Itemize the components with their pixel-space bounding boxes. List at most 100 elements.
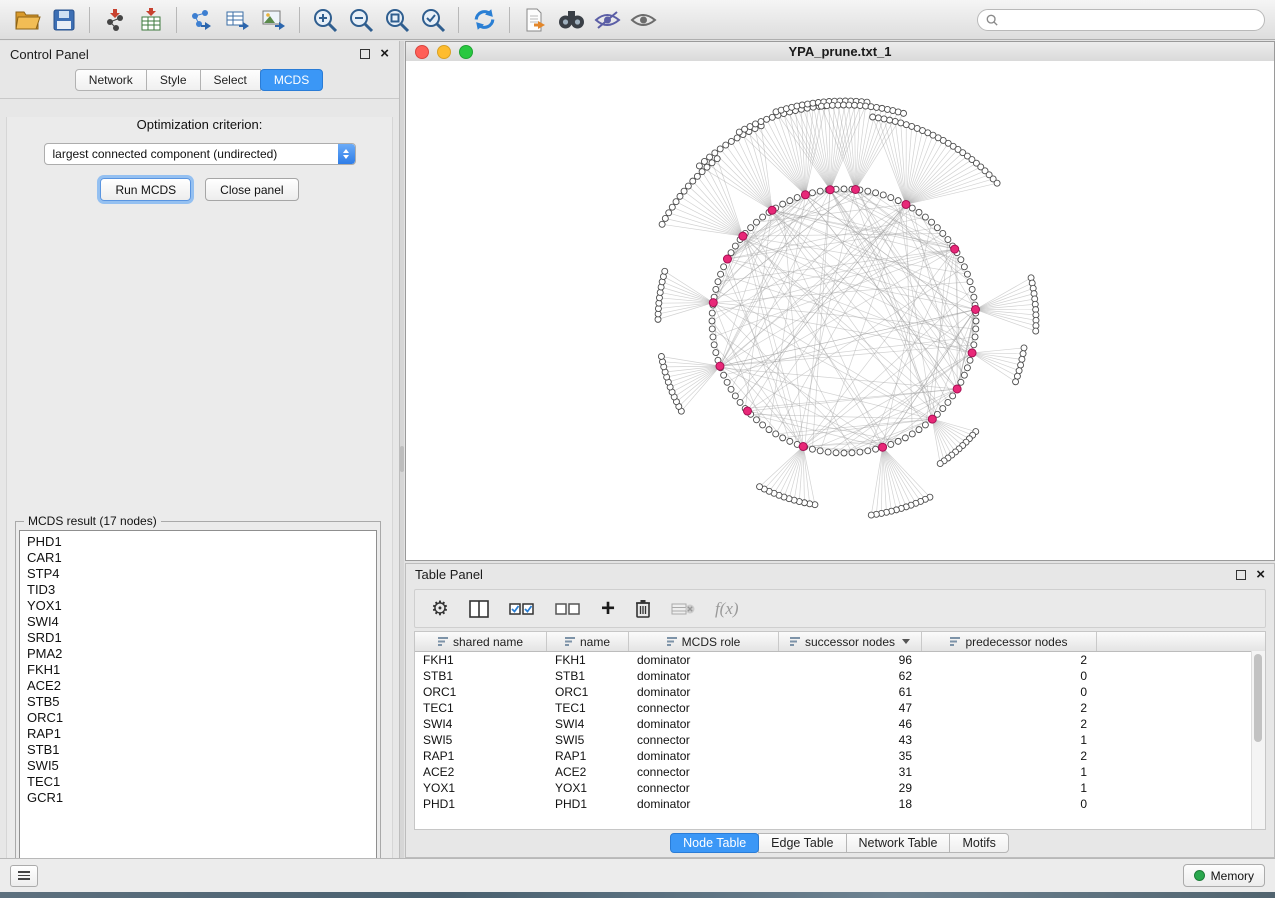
tab-mcds[interactable]: MCDS [260,69,323,91]
criterion-dropdown[interactable]: largest connected component (undirected) [44,143,356,165]
column-header-MCDS-role[interactable]: MCDS role [629,632,779,651]
deselect-all-columns-icon[interactable] [555,596,581,622]
result-node-item[interactable]: STB5 [27,694,376,710]
table-row[interactable]: FKH1FKH1dominator962 [415,652,1265,668]
tab-edge-table[interactable]: Edge Table [758,833,846,853]
column-header-name[interactable]: name [547,632,629,651]
search-box[interactable] [977,9,1265,31]
zoom-selected-icon[interactable] [415,4,451,36]
toolbar-separator [176,7,177,33]
add-row-icon[interactable]: + [601,596,615,622]
window-minimize-icon[interactable] [437,45,451,59]
splitter-grip-icon[interactable] [400,446,404,472]
refresh-icon[interactable] [466,4,502,36]
table-row[interactable]: YOX1YOX1connector291 [415,780,1265,796]
table-cell: TEC1 [547,700,629,716]
result-node-item[interactable]: TEC1 [27,774,376,790]
result-node-item[interactable]: GCR1 [27,790,376,806]
scrollbar-thumb[interactable] [1254,654,1262,742]
import-network-icon[interactable] [97,4,133,36]
table-row[interactable]: TEC1TEC1connector472 [415,700,1265,716]
table-row[interactable]: SWI5SWI5connector431 [415,732,1265,748]
table-cell: 2 [922,748,1097,764]
table-row[interactable]: ACE2ACE2connector311 [415,764,1265,780]
result-node-item[interactable]: SWI5 [27,758,376,774]
result-node-item[interactable]: FKH1 [27,662,376,678]
function-builder-icon[interactable]: f(x) [715,596,739,622]
hide-graphics-details-icon[interactable] [589,4,625,36]
share-document-icon[interactable] [517,4,553,36]
tab-motifs[interactable]: Motifs [949,833,1008,853]
zoom-fit-icon[interactable] [379,4,415,36]
desktop-wallpaper [0,892,1275,898]
show-columns-icon[interactable] [469,596,489,622]
table-row[interactable]: SWI4SWI4dominator462 [415,716,1265,732]
export-image-icon[interactable] [256,4,292,36]
window-close-icon[interactable] [415,45,429,59]
export-table-icon[interactable] [220,4,256,36]
table-cell: SWI4 [547,716,629,732]
network-canvas[interactable] [406,61,1274,560]
table-row[interactable]: STB1STB1dominator620 [415,668,1265,684]
result-node-item[interactable]: PHD1 [27,534,376,550]
settings-gear-icon[interactable]: ⚙ [431,596,449,622]
open-file-icon[interactable] [10,4,46,36]
search-input[interactable] [1003,12,1256,28]
main-toolbar [0,0,1275,40]
column-header-successor-nodes[interactable]: successor nodes [779,632,922,651]
clear-entries-icon[interactable] [671,596,695,622]
result-node-item[interactable]: PMA2 [27,646,376,662]
delete-row-icon[interactable] [635,596,651,622]
result-node-item[interactable]: ACE2 [27,678,376,694]
result-node-item[interactable]: ORC1 [27,710,376,726]
table-cell: connector [629,780,779,796]
search-icon [986,14,998,26]
table-row[interactable]: PHD1PHD1dominator180 [415,796,1265,812]
run-mcds-button[interactable]: Run MCDS [100,178,191,201]
result-node-item[interactable]: SRD1 [27,630,376,646]
zoom-out-icon[interactable] [343,4,379,36]
tab-network-table[interactable]: Network Table [846,833,951,853]
float-panel-icon[interactable] [360,49,370,59]
result-node-item[interactable]: SWI4 [27,614,376,630]
network-titlebar[interactable]: YPA_prune.txt_1 [406,42,1274,62]
table-cell: 46 [779,716,922,732]
float-table-panel-icon[interactable] [1236,570,1246,580]
mcds-result-list[interactable]: PHD1CAR1STP4TID3YOX1SWI4SRD1PMA2FKH1ACE2… [19,530,377,892]
show-graphics-details-icon[interactable] [625,4,661,36]
import-table-icon[interactable] [133,4,169,36]
search-network-icon[interactable] [553,4,589,36]
table-row[interactable]: ORC1ORC1dominator610 [415,684,1265,700]
toolbar-separator [509,7,510,33]
network-graph[interactable] [406,61,1274,560]
tab-select[interactable]: Select [200,69,261,91]
panel-menu-button[interactable] [10,865,38,887]
result-node-item[interactable]: STP4 [27,566,376,582]
tab-network[interactable]: Network [75,69,147,91]
close-panel-button[interactable]: Close panel [205,178,298,201]
panel-splitter[interactable] [400,41,404,858]
zoom-in-icon[interactable] [307,4,343,36]
export-network-icon[interactable] [184,4,220,36]
result-node-item[interactable]: RAP1 [27,726,376,742]
table-cell: ACE2 [547,764,629,780]
table-cell: 96 [779,652,922,668]
column-header-predecessor-nodes[interactable]: predecessor nodes [922,632,1097,651]
close-panel-icon[interactable]: × [380,49,389,59]
memory-button[interactable]: Memory [1183,864,1265,887]
result-node-item[interactable]: STB1 [27,742,376,758]
close-table-panel-icon[interactable]: × [1256,570,1265,580]
select-all-columns-icon[interactable] [509,596,535,622]
tab-style[interactable]: Style [146,69,201,91]
table-row[interactable]: RAP1RAP1dominator352 [415,748,1265,764]
table-cell: 43 [779,732,922,748]
tab-node-table[interactable]: Node Table [670,833,759,853]
table-cell: STB1 [547,668,629,684]
result-node-item[interactable]: YOX1 [27,598,376,614]
save-icon[interactable] [46,4,82,36]
table-scrollbar[interactable] [1251,651,1265,829]
window-zoom-icon[interactable] [459,45,473,59]
result-node-item[interactable]: TID3 [27,582,376,598]
column-header-shared-name[interactable]: shared name [415,632,547,651]
result-node-item[interactable]: CAR1 [27,550,376,566]
